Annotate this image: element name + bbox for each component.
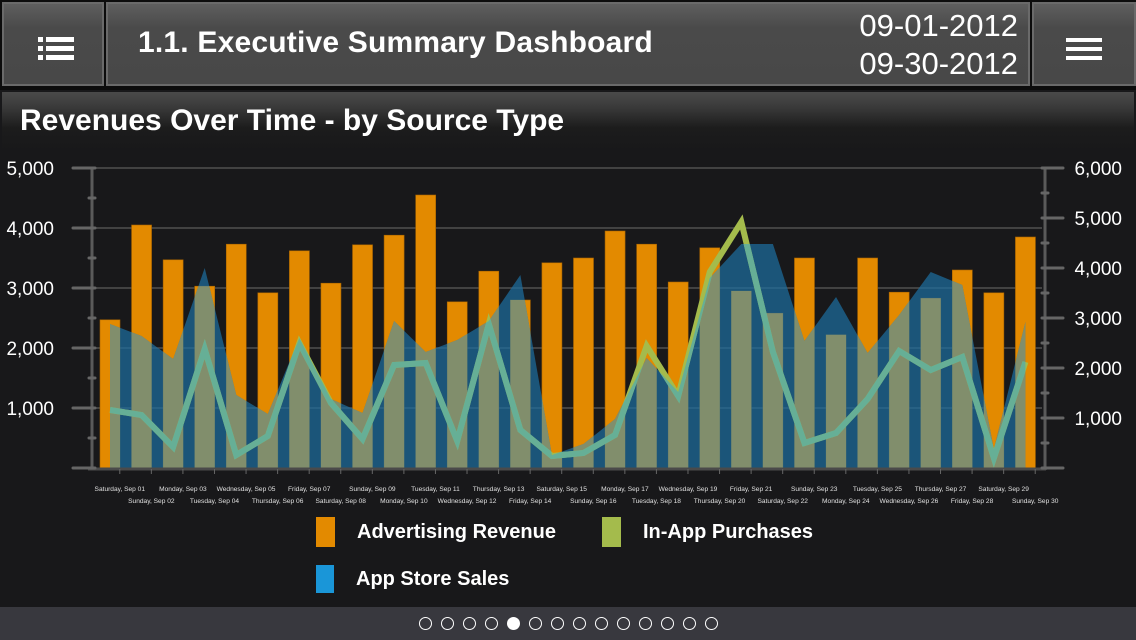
legend-label: In-App Purchases: [643, 520, 814, 543]
legend-swatch: [602, 517, 621, 547]
x-axis-label: Tuesday, Sep 25: [853, 486, 902, 493]
page-dot-6[interactable]: [528, 617, 542, 630]
top-bar: 1.1. Executive Summary Dashboard 09-01-2…: [0, 0, 1136, 90]
x-axis-label: Saturday, Sep 22: [757, 498, 808, 505]
page-dot-11[interactable]: [638, 617, 652, 630]
x-axis-label: Thursday, Sep 06: [252, 498, 304, 505]
right-axis-label: 6,000: [1074, 159, 1122, 180]
x-axis-label: Sunday, Sep 23: [791, 486, 838, 493]
x-axis-label: Monday, Sep 03: [159, 486, 207, 493]
right-axis-label: 2,000: [1074, 359, 1122, 380]
legend-item-advertising-revenue[interactable]: Advertising Revenue: [316, 517, 556, 547]
chart-header: Revenues Over Time - by Source Type: [2, 92, 1134, 152]
x-axis-label: Wednesday, Sep 05: [217, 486, 276, 493]
x-axis-label: Monday, Sep 10: [380, 498, 428, 505]
x-axis-label: Tuesday, Sep 18: [632, 498, 681, 505]
x-axis-label: Saturday, Sep 15: [536, 486, 587, 493]
x-axis-label: Tuesday, Sep 11: [411, 486, 460, 493]
page-title: 1.1. Executive Summary Dashboard: [138, 26, 653, 59]
page-dot-8[interactable]: [572, 617, 586, 630]
page-indicator[interactable]: [0, 607, 1136, 640]
x-axis-label: Thursday, Sep 13: [473, 486, 525, 493]
legend-label: App Store Sales: [356, 567, 510, 590]
x-axis-label: Saturday, Sep 01: [95, 486, 146, 493]
area-app-store-sales: [110, 244, 1026, 468]
right-axis-label: 3,000: [1074, 309, 1122, 330]
page-dot-10[interactable]: [616, 617, 630, 630]
revenue-chart: 1,000 2,000 3,000 4,000 5,000 1,000 2,000 3,000…: [6, 159, 1122, 505]
right-axis-label: 4,000: [1074, 259, 1122, 280]
bar-advertising-revenue: [573, 257, 594, 469]
left-axis-label: 5,000: [6, 159, 54, 180]
legend-label: Advertising Revenue: [357, 520, 556, 543]
x-axis-label: Thursday, Sep 27: [915, 486, 967, 493]
x-axis-label: Tuesday, Sep 04: [190, 498, 239, 505]
x-axis-label: Friday, Sep 07: [288, 486, 331, 493]
page-dot-2[interactable]: [440, 617, 454, 630]
x-axis-label: Wednesday, Sep 26: [880, 498, 939, 505]
bar-overlap: [826, 334, 847, 468]
x-axis-label: Friday, Sep 14: [509, 498, 552, 505]
x-axis-label: Friday, Sep 21: [730, 486, 773, 493]
page-dot-7[interactable]: [550, 617, 564, 630]
x-axis-label: Sunday, Sep 16: [570, 498, 617, 505]
page-dot-5[interactable]: [506, 617, 520, 630]
x-axis-label: Sunday, Sep 02: [128, 498, 175, 505]
right-axis-label: 5,000: [1074, 209, 1122, 230]
x-axis-label: Saturday, Sep 29: [978, 486, 1029, 493]
bar-overlap: [510, 300, 531, 468]
legend-swatch: [316, 565, 334, 593]
title-panel: 1.1. Executive Summary Dashboard 09-01-2…: [106, 2, 1030, 86]
page-dot-12[interactable]: [660, 617, 674, 630]
page-dot-3[interactable]: [462, 617, 476, 630]
bar-overlap: [762, 313, 783, 468]
legend-item-in-app-purchases[interactable]: In-App Purchases: [602, 517, 813, 547]
left-axis-label: 1,000: [6, 399, 54, 420]
x-axis-label: Wednesday, Sep 12: [438, 498, 497, 505]
page-dot-9[interactable]: [594, 617, 608, 630]
list-icon: [38, 34, 78, 62]
legend-swatch: [316, 517, 335, 547]
x-axis-label: Wednesday, Sep 19: [659, 486, 718, 493]
page-dot-13[interactable]: [682, 617, 696, 630]
page-dot-1[interactable]: [418, 617, 432, 630]
page-dot-4[interactable]: [484, 617, 498, 630]
x-axis-label: Monday, Sep 24: [822, 498, 870, 505]
list-view-button[interactable]: [2, 2, 104, 86]
bar-overlap: [731, 291, 752, 468]
page-dot-14[interactable]: [704, 617, 718, 630]
right-axis-label: 1,000: [1074, 409, 1122, 430]
x-axis-label: Thursday, Sep 20: [694, 498, 746, 505]
x-axis-labels: Saturday, Sep 01 Sunday, Sep 02 Monday, Se…: [95, 486, 1059, 505]
left-axis-label: 4,000: [6, 219, 54, 240]
hamburger-menu-icon: [1066, 36, 1104, 62]
x-axis-label: Sunday, Sep 09: [349, 486, 396, 493]
left-axis-label: 3,000: [6, 279, 54, 300]
x-axis-label: Monday, Sep 17: [601, 486, 649, 493]
bar-overlap: [920, 298, 941, 468]
x-axis-label: Friday, Sep 28: [951, 498, 994, 505]
left-axis-label: 2,000: [6, 339, 54, 360]
chart-title: Revenues Over Time - by Source Type: [20, 104, 565, 137]
menu-button[interactable]: [1032, 2, 1136, 86]
legend-item-app-store-sales[interactable]: App Store Sales: [316, 565, 509, 593]
date-range-start[interactable]: 09-01-2012: [859, 8, 1018, 44]
date-range-end[interactable]: 09-30-2012: [859, 46, 1018, 82]
x-axis-label: Sunday, Sep 30: [1012, 498, 1059, 505]
x-axis-label: Saturday, Sep 08: [316, 498, 367, 505]
